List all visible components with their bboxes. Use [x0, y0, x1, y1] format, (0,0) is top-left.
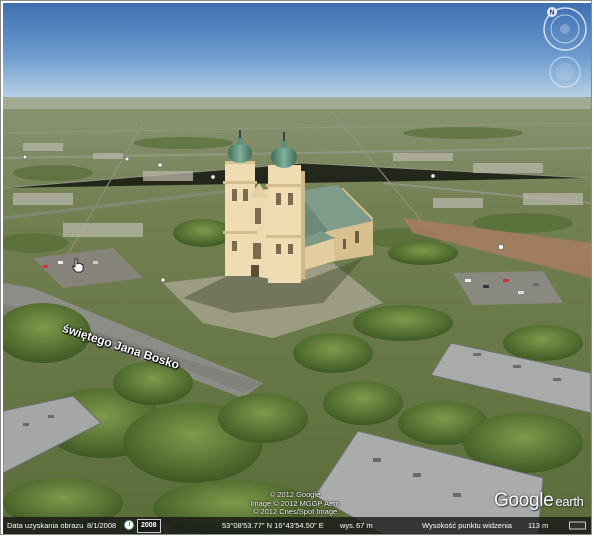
compass-north-icon[interactable]: N [547, 7, 557, 17]
imagery-credits: © 2012 Google Image © 2012 MGGP Aero © 2… [235, 490, 355, 517]
eye-altitude: 113 m [528, 521, 549, 530]
status-bar: Data uzyskania obrazu 8/1/2008 2008 53°0… [3, 517, 591, 534]
credit-line: © 2012 Cnes/Spot Image [252, 507, 338, 517]
google-earth-logo: Google earth [494, 490, 584, 512]
aerial-3d-scene[interactable] [3, 3, 591, 534]
move-joystick[interactable] [549, 56, 581, 88]
eye-altitude-label: Wysokość punktu widzenia [422, 521, 512, 530]
sky [3, 3, 591, 99]
navigation-controls[interactable]: N [541, 5, 589, 93]
horizon-haze [3, 97, 591, 109]
elevation: 67 m [356, 521, 373, 530]
google-earth-window: N świętego Jana Bosko © 2012 Google Imag… [0, 0, 592, 535]
history-year-badge[interactable]: 2008 [137, 519, 161, 533]
streaming-indicator [569, 521, 586, 530]
imagery-date-label: Data uzyskania obrazu [7, 521, 84, 530]
elevation-label: wys. [340, 521, 355, 530]
map-viewport[interactable]: N świętego Jana Bosko © 2012 Google Imag… [3, 3, 591, 534]
coordinates: 53°08'53.77" N 16°43'54.50" E [222, 521, 324, 530]
logo-earth: earth [555, 494, 584, 509]
imagery-date: 8/1/2008 [87, 521, 117, 530]
logo-google: Google [494, 490, 554, 511]
historical-imagery-icon[interactable] [124, 520, 134, 530]
svg-text:N: N [549, 10, 554, 17]
